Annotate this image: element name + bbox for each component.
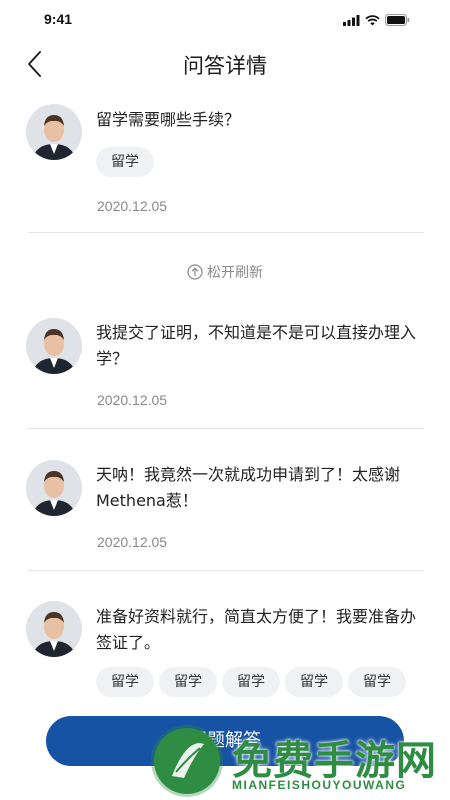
question-text: 准备好资料就行，简直太方便了！我要准备办签证了。 bbox=[96, 607, 417, 652]
tag[interactable]: 留学 bbox=[348, 667, 406, 697]
watermark-logo bbox=[154, 728, 220, 794]
watermark-subtext: MIANFEISHOUYOUWANG bbox=[232, 778, 407, 792]
question-text: 留学需要哪些手续？ bbox=[96, 110, 241, 129]
avatar bbox=[26, 601, 82, 657]
refresh-label: 松开刷新 bbox=[207, 265, 263, 281]
tag[interactable]: 留学 bbox=[285, 667, 343, 697]
status-bar: 9:41 bbox=[0, 0, 450, 40]
divider bbox=[28, 570, 424, 571]
avatar bbox=[26, 104, 82, 160]
battery-icon bbox=[385, 14, 410, 26]
tag[interactable]: 留学 bbox=[222, 667, 280, 697]
tag[interactable]: 留学 bbox=[159, 667, 217, 697]
divider bbox=[28, 232, 424, 233]
post-date: 2020.12.05 bbox=[97, 198, 168, 214]
pull-refresh-hint: 松开刷新 bbox=[0, 262, 450, 282]
avatar bbox=[26, 460, 82, 516]
post-date: 2020.12.05 bbox=[97, 392, 168, 408]
question-text: 我提交了证明，不知道是不是可以直接办理入学？ bbox=[96, 323, 417, 368]
status-icons bbox=[343, 14, 410, 26]
arrow-up-circle-icon bbox=[187, 264, 203, 280]
status-time: 9:41 bbox=[44, 11, 73, 27]
wifi-icon bbox=[365, 14, 380, 25]
post-date: 2020.12.05 bbox=[97, 534, 168, 550]
signal-icon bbox=[343, 14, 360, 26]
avatar bbox=[26, 318, 82, 374]
nav-bar: 问答详情 bbox=[0, 40, 450, 88]
divider bbox=[28, 428, 424, 429]
watermark: 免费手游网 MIANFEISHOUYOUWANG bbox=[150, 726, 450, 800]
tag[interactable]: 留学 bbox=[96, 147, 154, 177]
tag[interactable]: 留学 bbox=[96, 667, 154, 697]
page-title: 问答详情 bbox=[183, 54, 267, 78]
question-text: 天呐！我竟然一次就成功申请到了！太感谢Methena惹！ bbox=[96, 465, 401, 510]
